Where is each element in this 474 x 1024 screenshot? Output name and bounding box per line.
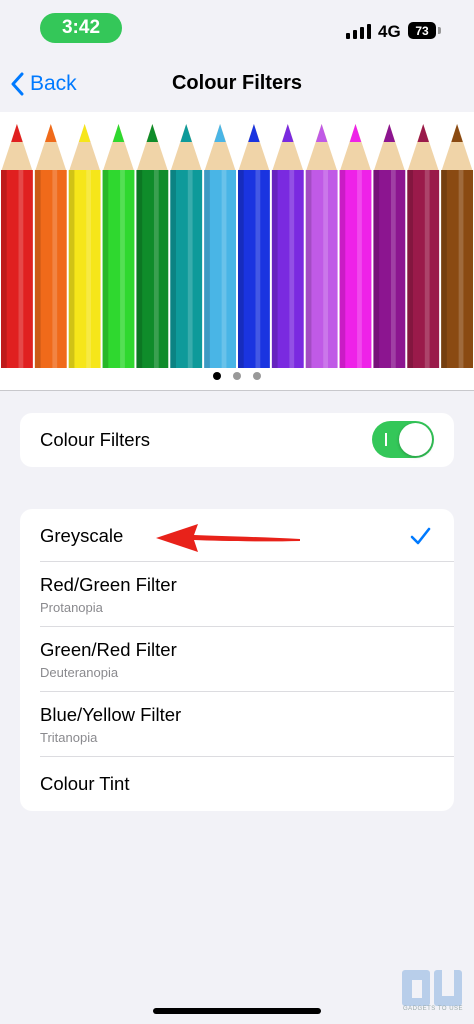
pencil: [204, 124, 236, 368]
navigation-bar: Back Colour Filters: [0, 56, 474, 112]
pencil: [238, 124, 270, 368]
annotation-arrow-icon: [156, 524, 300, 552]
filter-option-green-red[interactable]: Green/Red Filter Deuteranopia: [20, 627, 454, 692]
pencil: [441, 124, 473, 368]
colour-filters-toggle-row: Colour Filters: [20, 413, 454, 467]
pencil: [407, 124, 440, 368]
filter-option-red-green[interactable]: Red/Green Filter Protanopia: [20, 562, 454, 627]
filter-option-colour-tint[interactable]: Colour Tint: [20, 757, 454, 811]
colour-preview-banner[interactable]: [0, 112, 474, 391]
status-bar: 3:42 4G 73: [0, 0, 474, 56]
home-indicator[interactable]: [153, 1008, 321, 1014]
filter-title: Red/Green Filter: [40, 574, 177, 595]
pencil: [136, 124, 169, 368]
cellular-signal-icon: [346, 23, 372, 39]
filter-title: Green/Red Filter: [40, 639, 177, 660]
colour-filters-toggle[interactable]: [372, 421, 434, 458]
page-dot[interactable]: [253, 372, 261, 380]
page-dot[interactable]: [233, 372, 241, 380]
filter-option-blue-yellow[interactable]: Blue/Yellow Filter Tritanopia: [20, 692, 454, 757]
filter-title: Colour Tint: [40, 773, 130, 794]
battery-icon: 73: [408, 22, 436, 39]
pencil: [271, 124, 304, 368]
filter-subtitle: Protanopia: [40, 600, 103, 615]
battery-cap: [438, 27, 441, 34]
colour-filters-label: Colour Filters: [40, 429, 150, 450]
pencil: [305, 124, 338, 368]
pencil: [34, 124, 67, 368]
network-type: 4G: [378, 22, 401, 41]
battery-level: 73: [415, 23, 429, 38]
pencil: [102, 124, 135, 368]
pencil: [373, 124, 406, 368]
filter-title: Blue/Yellow Filter: [40, 704, 182, 725]
watermark-text: GADGETS TO USE: [402, 1006, 464, 1012]
page-indicator[interactable]: [0, 372, 474, 380]
pencil: [339, 124, 372, 368]
pencil: [1, 124, 33, 368]
status-time[interactable]: 3:42: [40, 13, 122, 43]
filter-subtitle: Tritanopia: [40, 730, 98, 745]
toggle-knob: [399, 423, 432, 456]
filter-subtitle: Deuteranopia: [40, 665, 119, 680]
filter-title: Greyscale: [40, 525, 124, 546]
pencils-illustration: [1, 124, 473, 368]
page-title: Colour Filters: [171, 72, 302, 94]
screen: 3:42 4G 73 Back Colour Filters Colour Fi…: [0, 0, 474, 1024]
pencil: [170, 124, 203, 368]
toggle-on-mark: [385, 433, 387, 446]
pencil: [68, 124, 101, 368]
checkmark-icon: [410, 527, 431, 545]
page-dot[interactable]: [213, 372, 221, 380]
